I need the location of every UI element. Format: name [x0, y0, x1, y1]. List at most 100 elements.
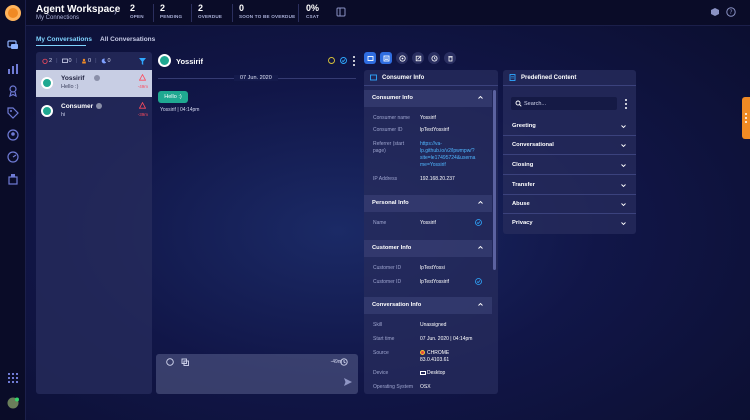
conversation-time: -49m [137, 84, 148, 89]
user-icon[interactable] [6, 128, 20, 142]
stat-csat: 0% CSAT [306, 3, 320, 19]
side-drawer-handle[interactable] [742, 97, 750, 139]
chevron-down-icon [620, 123, 627, 130]
conversation-preview: Hello :) [61, 84, 79, 90]
referrer-link[interactable]: https://va- lp.github.io/v2/lpwmpw/? sit… [420, 141, 488, 169]
category-greeting[interactable]: Greeting [503, 117, 636, 136]
panel-title: Consumer Info [382, 75, 425, 81]
chevron-right-icon[interactable]: › [114, 8, 117, 17]
message-input[interactable] [164, 372, 334, 388]
stat-open: 2 OPEN [130, 3, 144, 19]
trash-button[interactable] [444, 52, 456, 64]
category-transfer[interactable]: Transfer [503, 176, 636, 195]
conversation-filters: 2 | 0 | 0 | 0 [42, 58, 111, 64]
filter-funnel-icon[interactable] [139, 58, 146, 65]
status-dot [94, 75, 100, 81]
chevron-up-icon [477, 94, 484, 101]
chevron-down-icon [620, 142, 627, 149]
panel-header: Consumer Info [364, 70, 498, 86]
checkmark-circle-icon[interactable] [340, 57, 347, 64]
section-personal-info[interactable]: Personal Info [364, 195, 492, 212]
stat-overdue: 2 OVERDUE [198, 3, 223, 19]
tab-all-conversations[interactable]: All Conversations [100, 36, 155, 43]
filter-waiting[interactable]: 0 [81, 58, 91, 64]
filter-messages[interactable]: 0 [61, 58, 72, 64]
svg-text:?: ? [729, 9, 732, 16]
category-abuse[interactable]: Abuse [503, 195, 636, 214]
chevron-up-icon [477, 244, 484, 251]
widget-toolbar [364, 52, 456, 65]
help-icon[interactable]: ? [726, 7, 736, 17]
info-widget-button[interactable] [364, 52, 376, 64]
history-button[interactable] [428, 52, 440, 64]
chevron-down-icon [620, 220, 627, 227]
workspace-subtitle[interactable]: My Connections [36, 15, 79, 21]
app-logo-icon[interactable] [5, 5, 21, 21]
dashboard-icon[interactable] [6, 150, 20, 164]
chat-date: 07 Jun. 2020 [234, 75, 278, 81]
category-closing[interactable]: Closing [503, 156, 636, 175]
source-value: CHROME 83.0.4103.61 [420, 350, 450, 363]
notes-button[interactable] [412, 52, 424, 64]
conversation-preview: hi [61, 112, 66, 118]
moon-icon [101, 58, 106, 64]
chevron-up-icon [477, 301, 484, 308]
scrollbar[interactable] [493, 90, 496, 270]
more-options-icon[interactable] [624, 99, 627, 109]
content-widget-button[interactable] [380, 52, 392, 64]
section-customer-info[interactable]: Customer Info [364, 240, 492, 257]
chevron-up-icon [477, 199, 484, 206]
send-icon[interactable] [343, 377, 353, 387]
clock-icon [340, 358, 348, 366]
consumer-info-panel: Consumer Info Consumer Info Consumer nam… [364, 70, 498, 394]
tab-my-conversations[interactable]: My Conversations [36, 36, 92, 43]
device-value: Desktop [420, 370, 488, 377]
chevron-down-icon [620, 162, 627, 169]
avatar [158, 54, 171, 67]
section-consumer-info[interactable]: Consumer Info [364, 90, 492, 107]
collapse-panel-icon[interactable] [336, 7, 346, 17]
conversation-list: 2 | 0 | 0 | 0 Yossirif Hello :) -49m Con… [36, 52, 152, 394]
conversations-icon[interactable] [6, 38, 20, 52]
category-privacy[interactable]: Privacy [503, 214, 636, 233]
apps-grid-icon[interactable] [6, 371, 20, 385]
conversation-item[interactable]: Consumer hi -39m [36, 98, 152, 125]
chat-more-icon[interactable] [352, 56, 355, 66]
panel-header: Predefined Content [503, 70, 636, 86]
conversation-time: -39m [137, 112, 148, 117]
compass-button[interactable] [396, 52, 408, 64]
desktop-icon [420, 371, 426, 375]
section-conversation-info[interactable]: Conversation Info [364, 297, 492, 314]
start-time-value: 07 Jun. 2020 | 04:14pm [420, 336, 473, 342]
message-bubble: Hello :) [158, 91, 188, 103]
alarm-icon [42, 58, 48, 64]
message-composer: -49m [156, 354, 358, 394]
emoji-icon[interactable] [166, 358, 174, 366]
people-icon [82, 58, 86, 64]
smiley-icon[interactable] [328, 57, 335, 64]
left-nav-rail [0, 0, 26, 420]
verified-icon [475, 278, 482, 285]
active-tab-indicator [36, 45, 86, 46]
chevron-down-icon [620, 201, 627, 208]
attachment-icon[interactable] [181, 358, 189, 366]
verified-icon [475, 219, 482, 226]
filter-away[interactable]: 0 [101, 58, 111, 64]
conversation-item[interactable]: Yossirif Hello :) -49m [36, 70, 152, 97]
filter-alerts[interactable]: 2 [42, 58, 52, 64]
tag-icon[interactable] [6, 106, 20, 120]
award-icon[interactable] [6, 84, 20, 98]
analytics-icon[interactable] [6, 62, 20, 76]
conversation-name: Yossirif [61, 75, 85, 82]
package-icon[interactable] [710, 7, 720, 17]
message-icon [61, 58, 68, 63]
campaigns-icon[interactable] [6, 172, 20, 186]
agent-avatar-icon[interactable] [6, 396, 20, 410]
id-card-icon [370, 74, 377, 81]
chat-header: Yossirif [156, 52, 360, 70]
predefined-search [511, 97, 617, 110]
search-input[interactable] [524, 99, 614, 108]
category-conversational[interactable]: Conversational [503, 136, 636, 155]
avatar [41, 77, 53, 89]
workspace-title: Agent Workspace [36, 4, 121, 15]
